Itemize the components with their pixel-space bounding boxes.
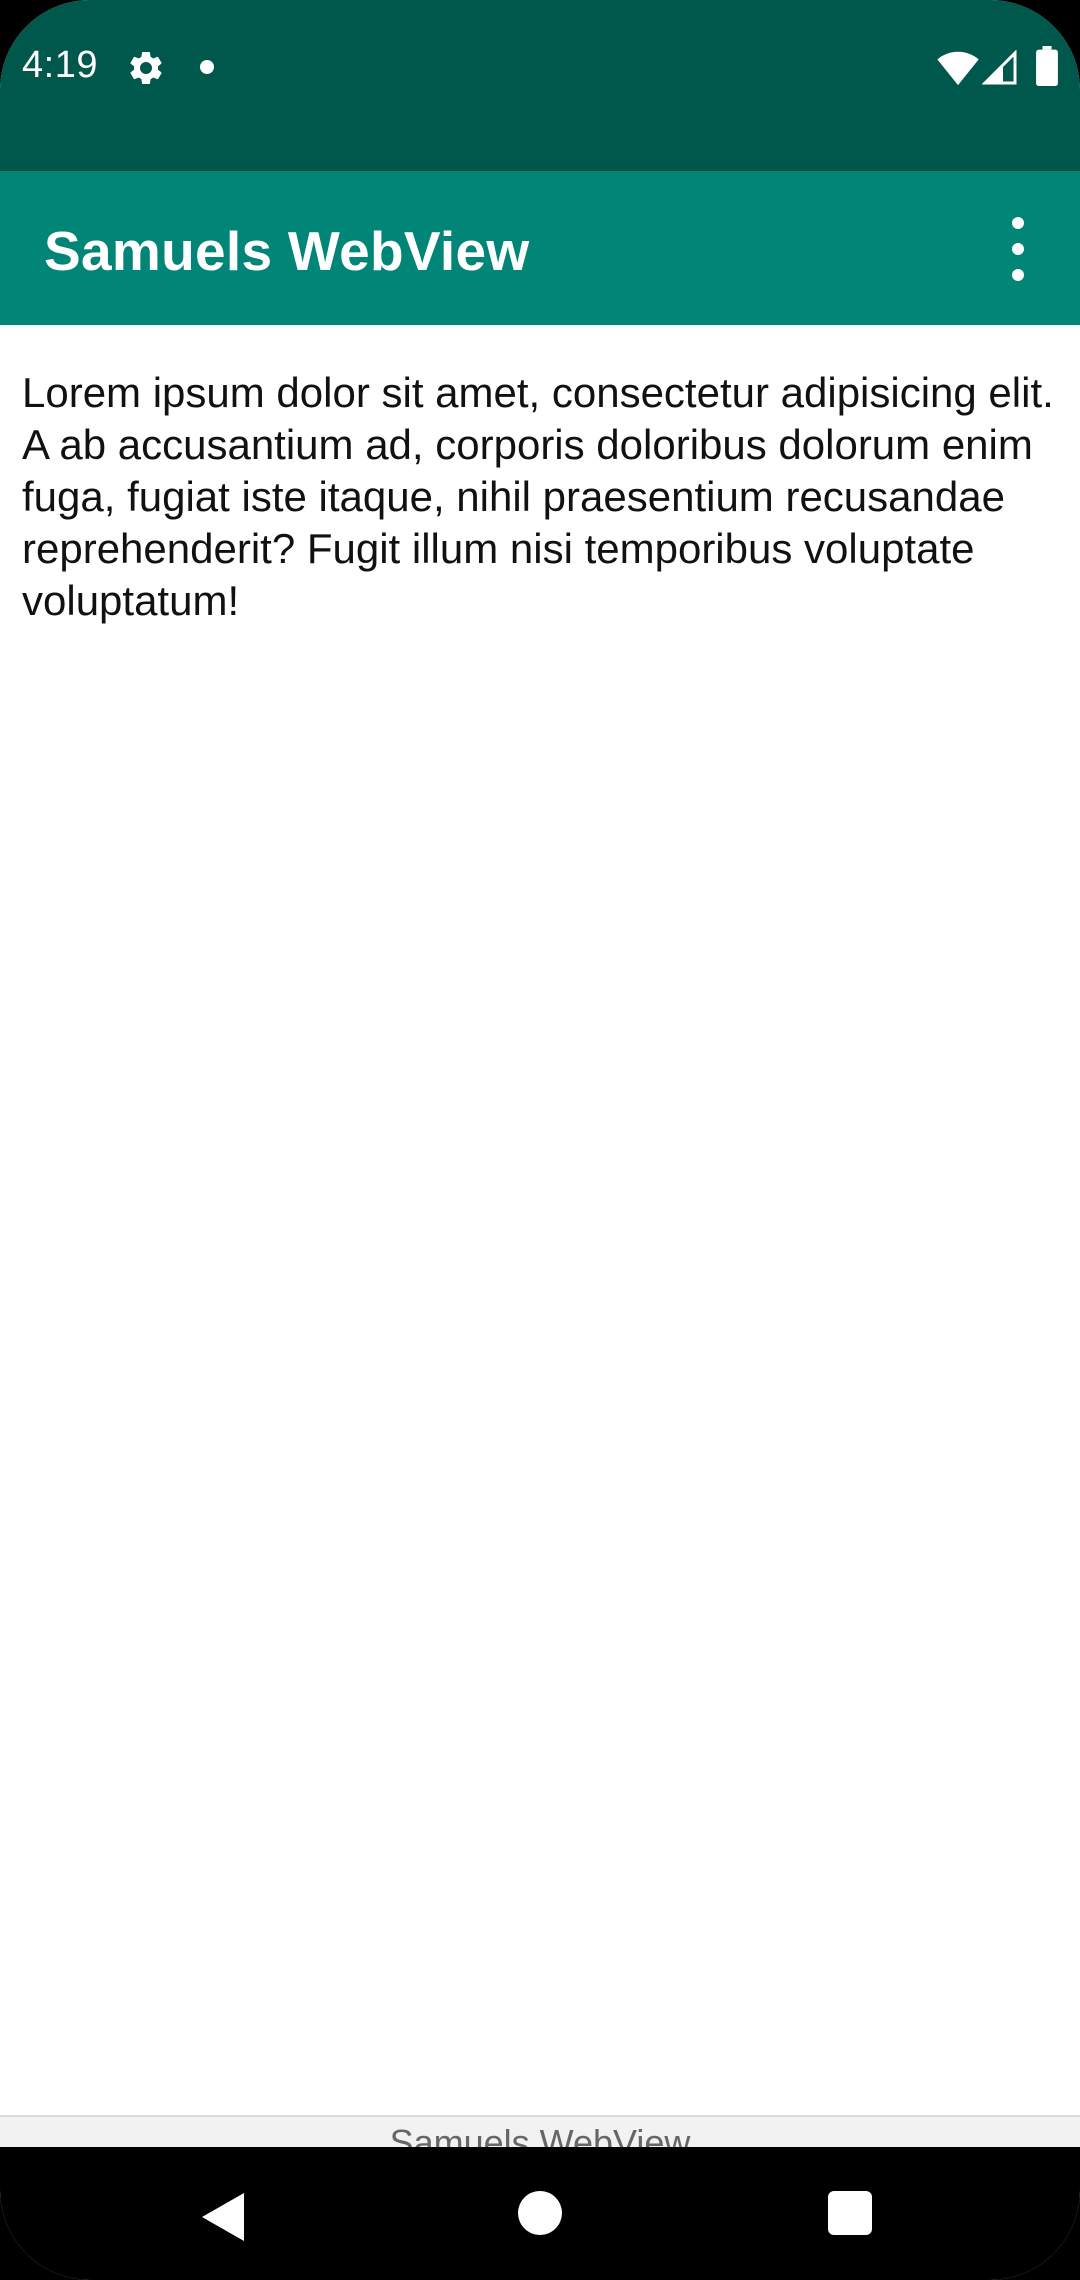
app-bar: Samuels WebView xyxy=(0,171,1080,325)
webview-paragraph: Lorem ipsum dolor sit amet, consectetur … xyxy=(22,369,1054,624)
bottom-label-bar: Samuels WebView xyxy=(0,2115,1080,2149)
gear-icon xyxy=(130,51,162,84)
navigation-bar xyxy=(0,2147,1080,2280)
phone-screen: 4:19 Samuels WebView Lorem ipsum dolor s… xyxy=(0,0,1080,2280)
status-time: 4:19 xyxy=(22,44,98,86)
webview-content[interactable]: Lorem ipsum dolor sit amet, consectetur … xyxy=(0,325,1080,2115)
notification-dot-icon xyxy=(200,60,214,74)
status-bar: 4:19 xyxy=(0,0,1080,171)
recents-icon[interactable] xyxy=(828,2191,872,2235)
signal-icon xyxy=(982,50,1017,85)
more-vert-icon[interactable] xyxy=(990,209,1046,289)
bottom-label: Samuels WebView xyxy=(389,2122,691,2149)
home-icon[interactable] xyxy=(518,2191,562,2235)
back-icon[interactable] xyxy=(200,2191,248,2243)
wifi-icon xyxy=(937,51,979,86)
app-title: Samuels WebView xyxy=(44,220,530,282)
battery-icon xyxy=(1036,46,1058,86)
